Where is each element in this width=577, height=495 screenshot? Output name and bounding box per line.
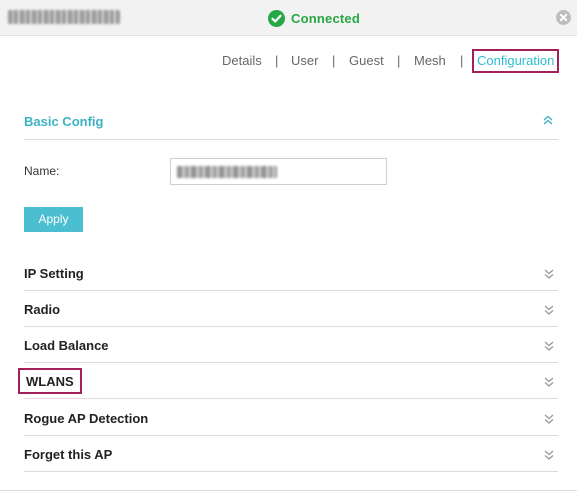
panel-header: Connected xyxy=(0,0,577,36)
double-chevron-down-icon[interactable] xyxy=(544,303,554,315)
tab-separator: | xyxy=(460,53,464,68)
double-chevron-down-icon[interactable] xyxy=(544,339,554,351)
tab-details[interactable]: Details xyxy=(222,49,262,73)
double-chevron-down-icon[interactable] xyxy=(544,375,554,387)
tab-bar: Details | User | Guest | Mesh | Configur… xyxy=(0,49,577,73)
tab-guest[interactable]: Guest xyxy=(349,49,384,73)
check-circle-icon xyxy=(268,9,285,27)
section-title: Basic Config xyxy=(24,114,104,129)
basic-config-header[interactable]: Basic Config xyxy=(24,104,558,140)
section-label: IP Setting xyxy=(24,266,84,281)
close-icon[interactable] xyxy=(556,10,571,25)
section-load-balance[interactable]: Load Balance xyxy=(24,327,558,363)
section-label: Forget this AP xyxy=(24,447,113,462)
name-value-redacted xyxy=(177,166,277,178)
double-chevron-down-icon[interactable] xyxy=(544,412,554,424)
connection-status: Connected xyxy=(268,8,360,28)
section-radio[interactable]: Radio xyxy=(24,291,558,327)
section-forget-this-ap[interactable]: Forget this AP xyxy=(24,436,558,472)
status-text: Connected xyxy=(291,10,360,26)
tab-mesh[interactable]: Mesh xyxy=(414,49,446,73)
apply-button[interactable]: Apply xyxy=(24,207,83,232)
tab-separator: | xyxy=(332,53,336,68)
section-label: Rogue AP Detection xyxy=(24,411,149,426)
tab-configuration[interactable]: Configuration xyxy=(472,49,560,73)
device-name-redacted xyxy=(8,10,120,24)
tab-separator: | xyxy=(397,53,401,68)
section-label: WLANS xyxy=(18,368,82,394)
double-chevron-up-icon[interactable] xyxy=(542,113,554,125)
double-chevron-down-icon[interactable] xyxy=(544,267,554,279)
name-label: Name: xyxy=(24,164,60,178)
bottom-divider xyxy=(0,490,577,491)
tab-user[interactable]: User xyxy=(291,49,318,73)
section-label: Radio xyxy=(24,302,61,317)
section-wlans[interactable]: WLANS xyxy=(18,363,558,399)
tab-separator: | xyxy=(275,53,279,68)
double-chevron-down-icon[interactable] xyxy=(544,448,554,460)
name-input[interactable] xyxy=(170,158,387,185)
section-ip-setting[interactable]: IP Setting xyxy=(24,255,558,291)
section-label: Load Balance xyxy=(24,338,109,353)
section-rogue-ap-detection[interactable]: Rogue AP Detection xyxy=(24,400,558,436)
